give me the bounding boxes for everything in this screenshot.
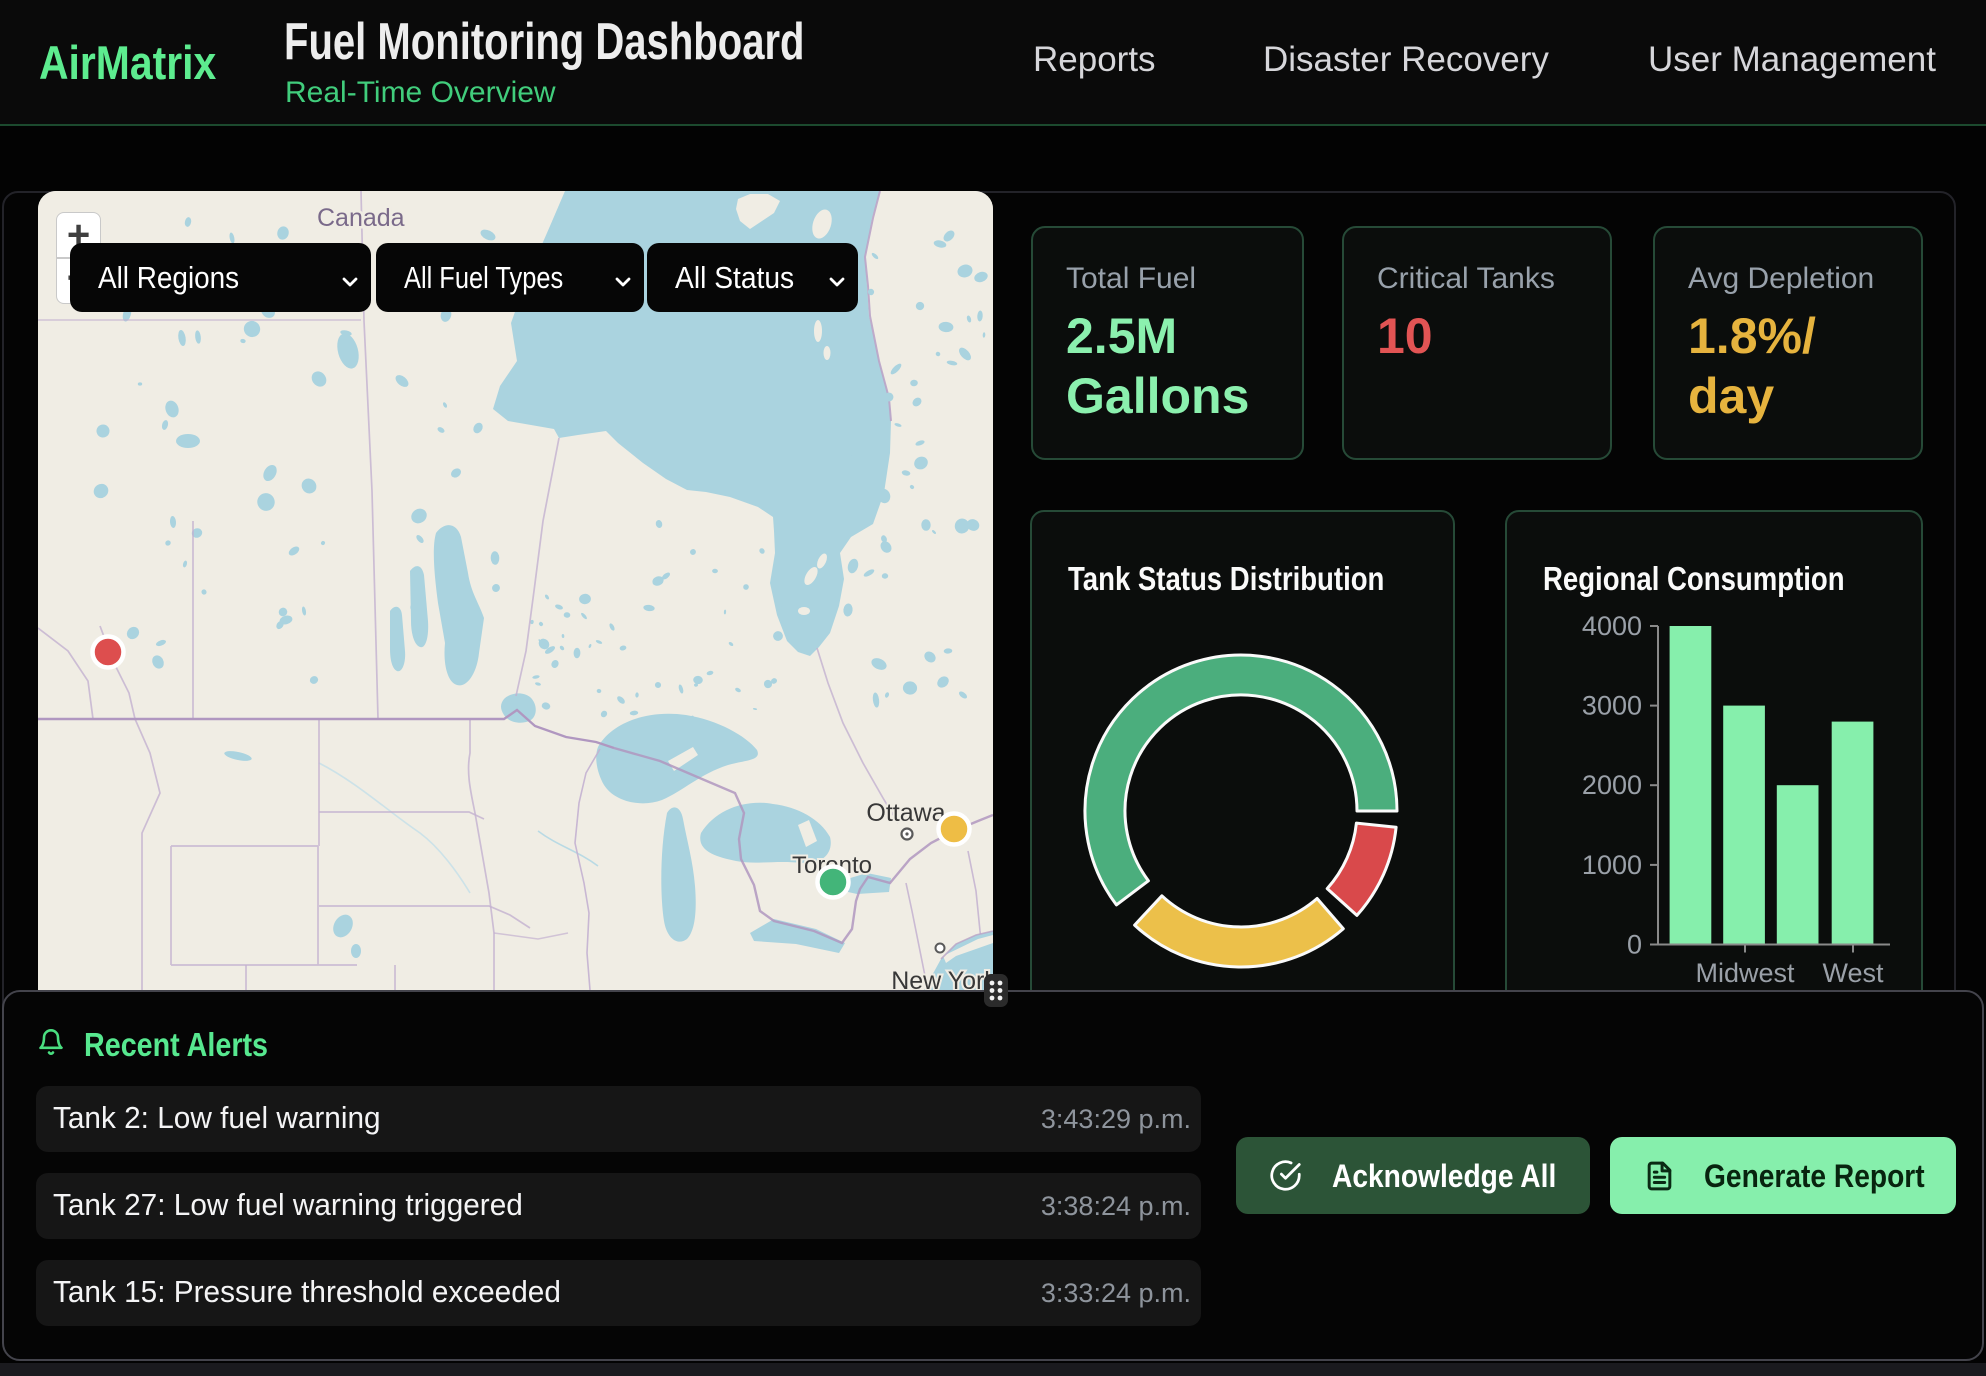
- svg-text:1000: 1000: [1582, 850, 1642, 880]
- svg-text:Ottawa: Ottawa: [866, 799, 945, 827]
- svg-text:3000: 3000: [1582, 691, 1642, 721]
- svg-text:0: 0: [1627, 930, 1642, 960]
- svg-text:4000: 4000: [1582, 611, 1642, 641]
- svg-text:Canada: Canada: [317, 204, 405, 232]
- svg-text:Midwest: Midwest: [1695, 958, 1795, 988]
- svg-text:New York: New York: [891, 967, 993, 990]
- svg-text:West: West: [1822, 958, 1884, 988]
- svg-text:2000: 2000: [1582, 770, 1642, 800]
